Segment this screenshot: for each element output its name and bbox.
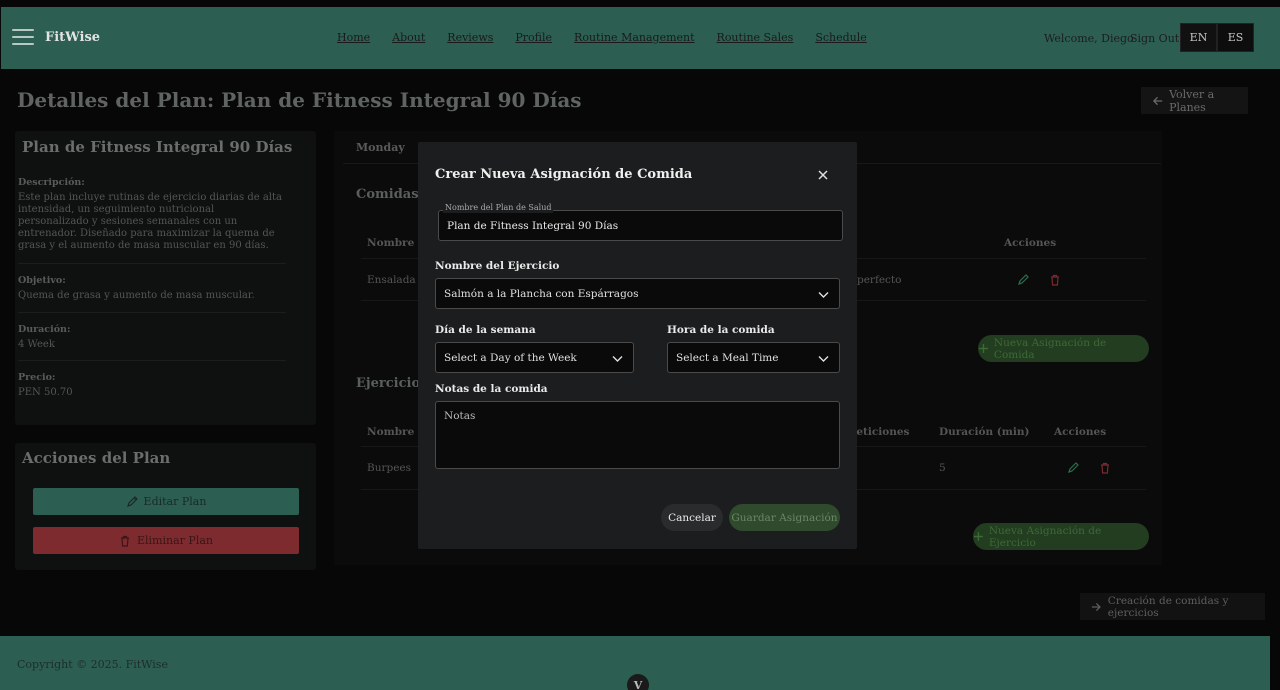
day-select[interactable]: Select a Day of the Week [435, 342, 634, 373]
ex-col-reps: peticiones [849, 426, 910, 438]
nav-links: Home About Reviews Profile Routine Manag… [337, 31, 889, 44]
objective-block: Objetivo: Quema de grasa y aumento de ma… [18, 275, 286, 302]
price-label: Precio: [18, 372, 56, 383]
notes-textarea[interactable]: Notas [435, 401, 840, 469]
divider [18, 360, 286, 361]
day-select-value: Select a Day of the Week [444, 352, 577, 364]
meal-row-note: perfecto [857, 274, 902, 286]
scroll-down-icon[interactable]: V [627, 674, 649, 690]
meals-col-actions: Acciones [1004, 237, 1057, 249]
plan-name-legend: Nombre del Plan de Salud [443, 203, 554, 213]
chevron-down-icon [818, 356, 829, 362]
ex-col-duration: Duración (min) [939, 426, 1030, 438]
arrow-left-icon [1152, 96, 1163, 105]
trash-icon [121, 535, 129, 547]
description-label: Descripción: [18, 177, 85, 188]
plan-actions-card: Acciones del Plan Editar Plan Eliminar P… [15, 443, 316, 570]
objective-label: Objetivo: [18, 275, 66, 286]
notes-placeholder: Notas [444, 410, 476, 422]
pencil-icon [126, 495, 138, 507]
ex-row-name: Burpees [367, 462, 412, 474]
meal-time-select[interactable]: Select a Meal Time [667, 342, 840, 373]
nav-link-home[interactable]: Home [337, 31, 370, 44]
plan-actions-title: Acciones del Plan [22, 449, 171, 467]
nav-link-profile[interactable]: Profile [515, 31, 552, 44]
delete-plan-button[interactable]: Eliminar Plan [33, 527, 299, 554]
delete-meal-icon[interactable] [1049, 274, 1061, 286]
day-label: Día de la semana [435, 324, 536, 336]
plan-card-title: Plan de Fitness Integral 90 Días [22, 138, 293, 156]
delete-plan-label: Eliminar Plan [137, 534, 213, 547]
divider [18, 263, 286, 264]
close-icon[interactable] [816, 168, 830, 182]
edit-plan-button[interactable]: Editar Plan [33, 488, 299, 515]
back-to-plans-label: Volver a Planes [1169, 87, 1215, 114]
meal-exercise-creation-button[interactable]: Creación de comidas y ejercicios [1080, 593, 1265, 620]
sign-out-link[interactable]: Sign Out [1130, 32, 1179, 45]
copyright-text: Copyright © 2025. FitWise [17, 658, 168, 671]
divider [18, 312, 286, 313]
cancel-button[interactable]: Cancelar [661, 504, 723, 531]
new-meal-assignment-label: Nueva Asignación de Comida [993, 336, 1107, 361]
price-text: PEN 50.70 [18, 387, 73, 398]
exercise-select[interactable]: Salmón a la Plancha con Espárragos [435, 278, 840, 309]
creation-label: Creación de comidas y ejercicios [1107, 594, 1229, 619]
description-block: Descripción: Este plan incluye rutinas d… [18, 177, 286, 252]
time-label: Hora de la comida [667, 324, 775, 336]
lang-en-button[interactable]: EN [1180, 23, 1217, 52]
price-block: Precio: PEN 50.70 [18, 372, 286, 399]
brand-logo[interactable]: FitWise [45, 30, 100, 45]
nav-link-routine-management[interactable]: Routine Management [574, 31, 694, 44]
duration-label: Duración: [18, 324, 71, 335]
nav-link-routine-sales[interactable]: Routine Sales [717, 31, 794, 44]
chevron-down-icon [818, 292, 829, 298]
tab-monday[interactable]: Monday [343, 133, 407, 164]
language-switcher: EN ES [1180, 23, 1254, 52]
ex-col-actions: Acciones [1054, 426, 1107, 438]
nav-link-schedule[interactable]: Schedule [815, 31, 866, 44]
plan-name-value: Plan de Fitness Integral 90 Días [447, 220, 619, 232]
plan-name-field[interactable]: Nombre del Plan de Salud Plan de Fitness… [438, 203, 843, 241]
nav-link-reviews[interactable]: Reviews [447, 31, 493, 44]
duration-text: 4 Week [18, 339, 55, 350]
top-navbar: FitWise Home About Reviews Profile Routi… [1, 7, 1280, 69]
lang-es-button[interactable]: ES [1217, 23, 1254, 52]
save-assignment-button[interactable]: Guardar Asignación [729, 504, 840, 531]
description-text: Este plan incluye rutinas de ejercicio d… [18, 192, 282, 251]
exercise-select-value: Salmón a la Plancha con Espárragos [444, 288, 639, 300]
objective-text: Quema de grasa y aumento de masa muscula… [18, 290, 255, 301]
meal-time-select-value: Select a Meal Time [676, 352, 779, 364]
menu-icon[interactable] [12, 29, 34, 47]
page-title: Detalles del Plan: Plan de Fitness Integ… [17, 88, 582, 112]
delete-exercise-icon[interactable] [1099, 462, 1111, 474]
arrow-right-icon [1091, 602, 1101, 611]
exercise-label: Nombre del Ejercicio [435, 260, 560, 272]
welcome-text: Welcome, Diego [1044, 32, 1134, 45]
plus-icon [978, 344, 988, 353]
new-exercise-assignment-button[interactable]: Nueva Asignación de Ejercicio [973, 523, 1149, 550]
new-meal-assignment-button[interactable]: Nueva Asignación de Comida [978, 335, 1149, 362]
edit-meal-icon[interactable] [1017, 274, 1029, 286]
create-meal-assignment-modal: Crear Nueva Asignación de Comida Nombre … [418, 142, 857, 549]
plus-icon [973, 532, 983, 541]
chevron-down-icon [612, 356, 623, 362]
duration-block: Duración: 4 Week [18, 324, 286, 351]
back-to-plans-button[interactable]: Volver a Planes [1141, 87, 1248, 114]
edit-exercise-icon[interactable] [1067, 462, 1079, 474]
edit-plan-label: Editar Plan [143, 495, 207, 508]
notes-label: Notas de la comida [435, 383, 548, 395]
new-exercise-assignment-label: Nueva Asignación de Ejercicio [988, 524, 1102, 549]
nav-link-about[interactable]: About [392, 31, 425, 44]
modal-title: Crear Nueva Asignación de Comida [435, 167, 693, 182]
ex-row-duration: 5 [939, 462, 946, 474]
